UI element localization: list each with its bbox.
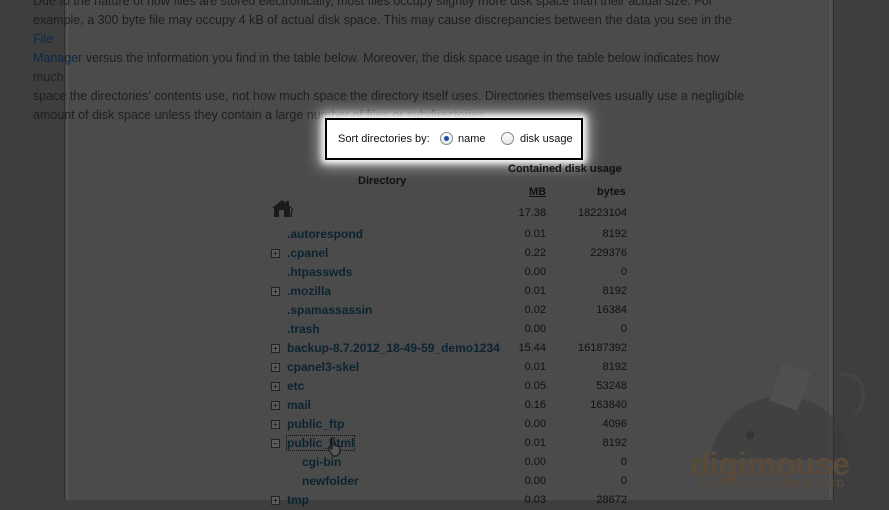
sort-by-name-radio[interactable] bbox=[440, 132, 453, 145]
table-row-root: / 17.38 18223104 bbox=[270, 200, 630, 223]
row-mb: 0.01 bbox=[524, 361, 546, 373]
row-mb: 0.02 bbox=[524, 304, 546, 316]
table-row: + mail 0.16 163840 bbox=[270, 396, 630, 415]
expand-icon[interactable]: + bbox=[271, 420, 280, 429]
expand-icon[interactable]: + bbox=[271, 249, 280, 258]
mb-column-header[interactable]: MB bbox=[529, 186, 546, 198]
watermark-tagline: DIGITAL MARKETING bbox=[700, 478, 847, 490]
row-mb: 15.44 bbox=[518, 342, 546, 354]
row-mb: 0.00 bbox=[524, 475, 546, 487]
row-bytes: 16187392 bbox=[578, 342, 627, 354]
expand-icon[interactable]: + bbox=[271, 287, 280, 296]
table-row: − public_html 0.01 8192 bbox=[270, 434, 630, 453]
file-manager-link-part2[interactable]: Manager bbox=[33, 51, 82, 65]
bytes-column-header: bytes bbox=[597, 186, 626, 198]
sort-directories-panel: Sort directories by: name disk usage bbox=[325, 118, 583, 160]
directory-link[interactable]: backup-8.7.2012_18-49-59_demo1234 bbox=[287, 341, 500, 355]
table-row: + public_ftp 0.00 4096 bbox=[270, 415, 630, 434]
row-mb: 0.00 bbox=[524, 323, 546, 335]
row-bytes: 18223104 bbox=[578, 207, 627, 219]
directory-column-header: Directory bbox=[358, 175, 407, 187]
expand-icon[interactable]: + bbox=[271, 382, 280, 391]
row-bytes: 8192 bbox=[602, 437, 627, 449]
row-bytes: 0 bbox=[620, 475, 627, 487]
table-row: .autorespond 0.01 8192 bbox=[270, 225, 630, 244]
row-mb: 0.03 bbox=[524, 494, 546, 506]
directory-link[interactable]: cgi-bin bbox=[302, 455, 341, 469]
root-directory-link[interactable]: / bbox=[290, 206, 293, 220]
sort-by-usage-label[interactable]: disk usage bbox=[520, 133, 573, 145]
directory-link[interactable]: public_ftp bbox=[287, 417, 344, 431]
row-bytes: 0 bbox=[620, 456, 627, 468]
table-row: + .mozilla 0.01 8192 bbox=[270, 282, 630, 301]
row-bytes: 0 bbox=[620, 323, 627, 335]
row-bytes: 8192 bbox=[602, 228, 627, 240]
directory-link[interactable]: .htpasswds bbox=[287, 265, 352, 279]
table-row: + backup-8.7.2012_18-49-59_demo1234 15.44 1… bbox=[270, 339, 630, 358]
pointer-cursor-icon bbox=[328, 437, 341, 457]
directory-link[interactable]: etc bbox=[287, 379, 304, 393]
table-row: .trash 0.00 0 bbox=[270, 320, 630, 339]
directory-link[interactable]: .spamassassin bbox=[287, 303, 372, 317]
row-bytes: 8192 bbox=[602, 361, 627, 373]
row-mb: 0.01 bbox=[524, 437, 546, 449]
sort-label: Sort directories by: bbox=[338, 133, 430, 145]
table-row: + etc 0.05 53248 bbox=[270, 377, 630, 396]
table-row: + cpanel3-skel 0.01 8192 bbox=[270, 358, 630, 377]
directory-link[interactable]: tmp bbox=[287, 493, 309, 507]
row-bytes: 4096 bbox=[602, 418, 627, 430]
row-mb: 0.01 bbox=[524, 228, 546, 240]
intro-line-2: example, a 300 byte file may occupy 4 kB… bbox=[33, 11, 753, 49]
intro-line-4: space the directories' contents use, not… bbox=[33, 89, 745, 103]
directory-link[interactable]: public_html bbox=[285, 435, 356, 451]
directory-link[interactable]: .trash bbox=[287, 322, 320, 336]
row-mb: 0.00 bbox=[524, 456, 546, 468]
collapse-icon[interactable]: − bbox=[271, 439, 280, 448]
row-mb: 17.38 bbox=[518, 207, 546, 219]
table-row: .htpasswds 0.00 0 bbox=[270, 263, 630, 282]
table-row: + tmp 0.03 28672 bbox=[270, 491, 630, 510]
expand-icon[interactable]: + bbox=[271, 401, 280, 410]
row-bytes: 8192 bbox=[602, 285, 627, 297]
sort-by-usage-radio[interactable] bbox=[501, 132, 514, 145]
table-row: + .cpanel 0.22 229376 bbox=[270, 244, 630, 263]
row-mb: 0.00 bbox=[524, 266, 546, 278]
table-row: newfolder 0.00 0 bbox=[270, 472, 630, 491]
directory-link[interactable]: newfolder bbox=[302, 474, 359, 488]
directory-link[interactable]: .autorespond bbox=[287, 227, 363, 241]
row-mb: 0.16 bbox=[524, 399, 546, 411]
directory-link[interactable]: mail bbox=[287, 398, 311, 412]
row-mb: 0.22 bbox=[524, 247, 546, 259]
disk-usage-explanation: Due to the nature of how files are store… bbox=[33, 0, 753, 125]
row-bytes: 28672 bbox=[596, 494, 627, 506]
intro-line-2-text: example, a 300 byte file may occupy 4 kB… bbox=[33, 13, 732, 27]
directory-link[interactable]: .cpanel bbox=[287, 246, 328, 260]
row-mb: 0.00 bbox=[524, 418, 546, 430]
sort-by-name-label[interactable]: name bbox=[458, 133, 486, 145]
row-bytes: 163840 bbox=[590, 399, 627, 411]
row-mb: 0.01 bbox=[524, 285, 546, 297]
expand-icon[interactable]: + bbox=[271, 496, 280, 505]
directory-link[interactable]: .mozilla bbox=[287, 284, 331, 298]
table-row: .spamassassin 0.02 16384 bbox=[270, 301, 630, 320]
row-bytes: 0 bbox=[620, 266, 627, 278]
intro-line-3-text: versus the information you find in the t… bbox=[33, 51, 720, 84]
row-bytes: 229376 bbox=[590, 247, 627, 259]
intro-line-3: Manager versus the information you find … bbox=[33, 49, 753, 87]
intro-line-1: Due to the nature of how files are store… bbox=[33, 0, 713, 8]
contained-usage-header: Contained disk usage bbox=[508, 163, 622, 175]
table-row: cgi-bin 0.00 0 bbox=[270, 453, 630, 472]
row-mb: 0.05 bbox=[524, 380, 546, 392]
expand-icon[interactable]: + bbox=[271, 344, 280, 353]
row-bytes: 53248 bbox=[596, 380, 627, 392]
row-bytes: 16384 bbox=[596, 304, 627, 316]
directory-link[interactable]: cpanel3-skel bbox=[287, 360, 359, 374]
file-manager-link-part1[interactable]: File bbox=[33, 32, 53, 46]
expand-icon[interactable]: + bbox=[271, 363, 280, 372]
